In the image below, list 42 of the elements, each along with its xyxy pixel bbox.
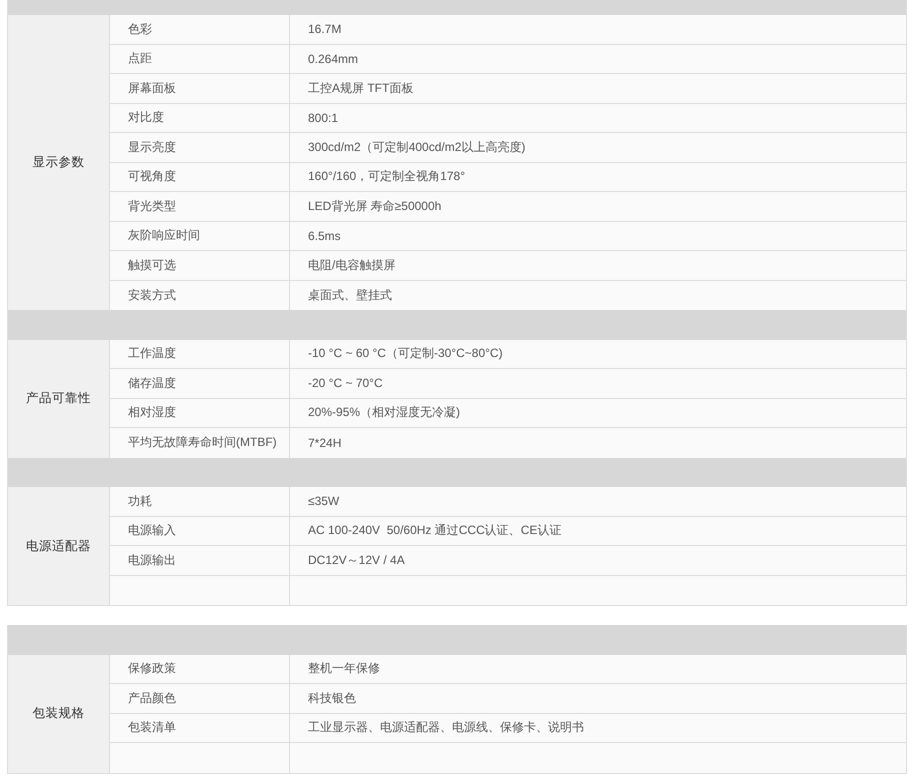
table-cell: 工作温度	[110, 340, 290, 369]
table-cell: 整机一年保修	[290, 654, 906, 684]
table-cell: 20%-95%（相对湿度无冷凝)	[290, 398, 906, 428]
table-cell: 对比度	[110, 104, 290, 133]
table-cell: 0.264mm	[290, 44, 906, 74]
group-cell: 显示参数	[8, 15, 110, 310]
table-cell: 电源输出	[110, 546, 290, 576]
table-cell: 显示亮度	[110, 133, 290, 162]
group-cell: 电源适配器	[8, 487, 110, 605]
table-cell: 屏幕面板	[110, 74, 290, 104]
table-cell: 工控A规屏 TFT面板	[290, 74, 906, 104]
table-cell: 保修政策	[110, 654, 290, 684]
table-cell: 6.5ms	[290, 222, 906, 251]
table-cell: 电阻/电容触摸屏	[290, 251, 906, 280]
table-cell: 产品颜色	[110, 684, 290, 714]
table-cell: 相对湿度	[110, 398, 290, 428]
table-cell: 电源输入	[110, 516, 290, 546]
table-cell-text: 桌面式、壁挂式	[307, 286, 393, 304]
table-cell: 300cd/m2（可定制400cd/m2以上高亮度)	[290, 133, 906, 162]
table-cell: 色彩	[110, 15, 290, 44]
table-cell: 160°/160，可定制全视角178°	[290, 162, 906, 192]
group-cell: 包装规格	[8, 654, 110, 772]
table-cell: 16.7M	[290, 15, 906, 44]
table-cell: -20 °C ~ 70°C	[290, 369, 906, 398]
table-cell: 工业显示器、电源适配器、电源线、保修卡、说明书	[290, 714, 906, 743]
table-cell: 800:1	[290, 104, 906, 133]
table-cell: 灰阶响应时间	[110, 222, 290, 251]
group-cell: 产品可靠性	[8, 340, 110, 458]
table-cell: -10 °C ~ 60 °C（可定制-30°C~80°C)	[290, 340, 906, 369]
table-cell: DC12V～12V / 4A	[290, 546, 906, 576]
table-cell: 背光类型	[110, 192, 290, 222]
table-cell-text: 7*24H	[307, 434, 342, 452]
table-cell: 科技银色	[290, 684, 906, 714]
table-cell: 点距	[110, 44, 290, 74]
table-cell: 储存温度	[110, 369, 290, 398]
table-cell: 可视角度	[110, 162, 290, 192]
table-cell: 功耗	[110, 487, 290, 516]
table-cell: ≤35W	[290, 487, 906, 516]
table-cell: LED背光屏 寿命≥50000h	[290, 192, 906, 222]
table-cell: AC 100-240V 50/60Hz 通过CCC认证、CE认证	[290, 516, 906, 546]
table-cell: 包装清单	[110, 714, 290, 743]
table-cell: 触摸可选	[110, 251, 290, 280]
